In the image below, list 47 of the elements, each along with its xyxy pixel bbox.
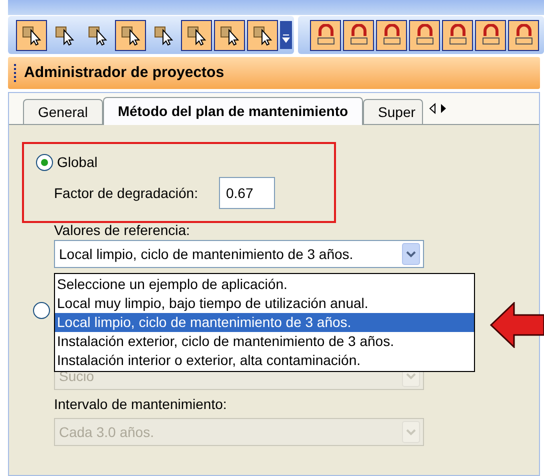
list-option[interactable]: Local muy limpio, bajo tiempo de utilización anual. — [55, 294, 474, 313]
radio-label: Global — [57, 153, 98, 172]
list-option[interactable]: Local limpio, ciclo de mantenimiento de 3 años. — [55, 313, 474, 332]
magnet-icon — [348, 24, 370, 46]
cursor-icon — [186, 24, 208, 46]
toolbar-button[interactable] — [442, 20, 473, 50]
field-label: Factor de degradación: — [54, 184, 199, 203]
tab[interactable]: Super — [363, 99, 424, 124]
toolbar-button[interactable] — [115, 20, 146, 50]
toolbar-button[interactable] — [376, 20, 407, 50]
cursor-icon — [218, 24, 240, 46]
magnet-icon — [414, 24, 436, 46]
cursor-icon — [120, 24, 142, 46]
radio-button[interactable] — [33, 302, 50, 319]
toolbar-button[interactable] — [343, 20, 374, 50]
cursor-icon — [86, 24, 108, 46]
cursor-icon — [152, 24, 174, 46]
input-field[interactable]: 0.67 — [219, 177, 275, 209]
toolbar-button[interactable] — [214, 20, 245, 50]
scroll-right-icon[interactable] — [440, 103, 448, 114]
radio-button[interactable] — [36, 154, 53, 171]
overflow-chevron-icon — [280, 21, 292, 49]
toolbar-button[interactable] — [310, 20, 341, 50]
tab[interactable]: Método del plan de mantenimiento — [102, 97, 364, 125]
cursor-icon — [20, 24, 42, 46]
toolbar-button[interactable] — [475, 20, 506, 50]
left-arrow — [490, 302, 544, 348]
field-label: Intervalo de mantenimiento: — [54, 395, 228, 414]
field-label: Valores de referencia: — [54, 223, 191, 240]
magnet-icon — [512, 24, 534, 46]
list-option[interactable]: Instalación exterior, ciclo de mantenimiento de 3 años. — [55, 332, 474, 351]
cursor-icon — [54, 24, 76, 46]
scroll-left-icon[interactable] — [429, 103, 436, 114]
toolbar-button[interactable] — [508, 20, 539, 50]
magnet-icon — [446, 24, 468, 46]
cursor-icon — [252, 24, 274, 46]
tab[interactable]: General — [23, 99, 103, 124]
toolbar-button[interactable] — [181, 20, 212, 50]
toolbar-button[interactable] — [16, 20, 47, 50]
list-option[interactable]: Seleccione un ejemplo de aplicación. — [55, 275, 474, 294]
magnet-icon — [314, 24, 336, 46]
magnet-icon — [480, 24, 502, 46]
toolbar-button[interactable] — [247, 20, 278, 50]
toolbar-button[interactable] — [409, 20, 440, 50]
magnet-icon — [380, 24, 402, 46]
dropdown[interactable]: Local limpio, ciclo de mantenimiento de 3 años. — [54, 240, 424, 268]
panel-title: Administrador de proyectos — [24, 62, 224, 83]
